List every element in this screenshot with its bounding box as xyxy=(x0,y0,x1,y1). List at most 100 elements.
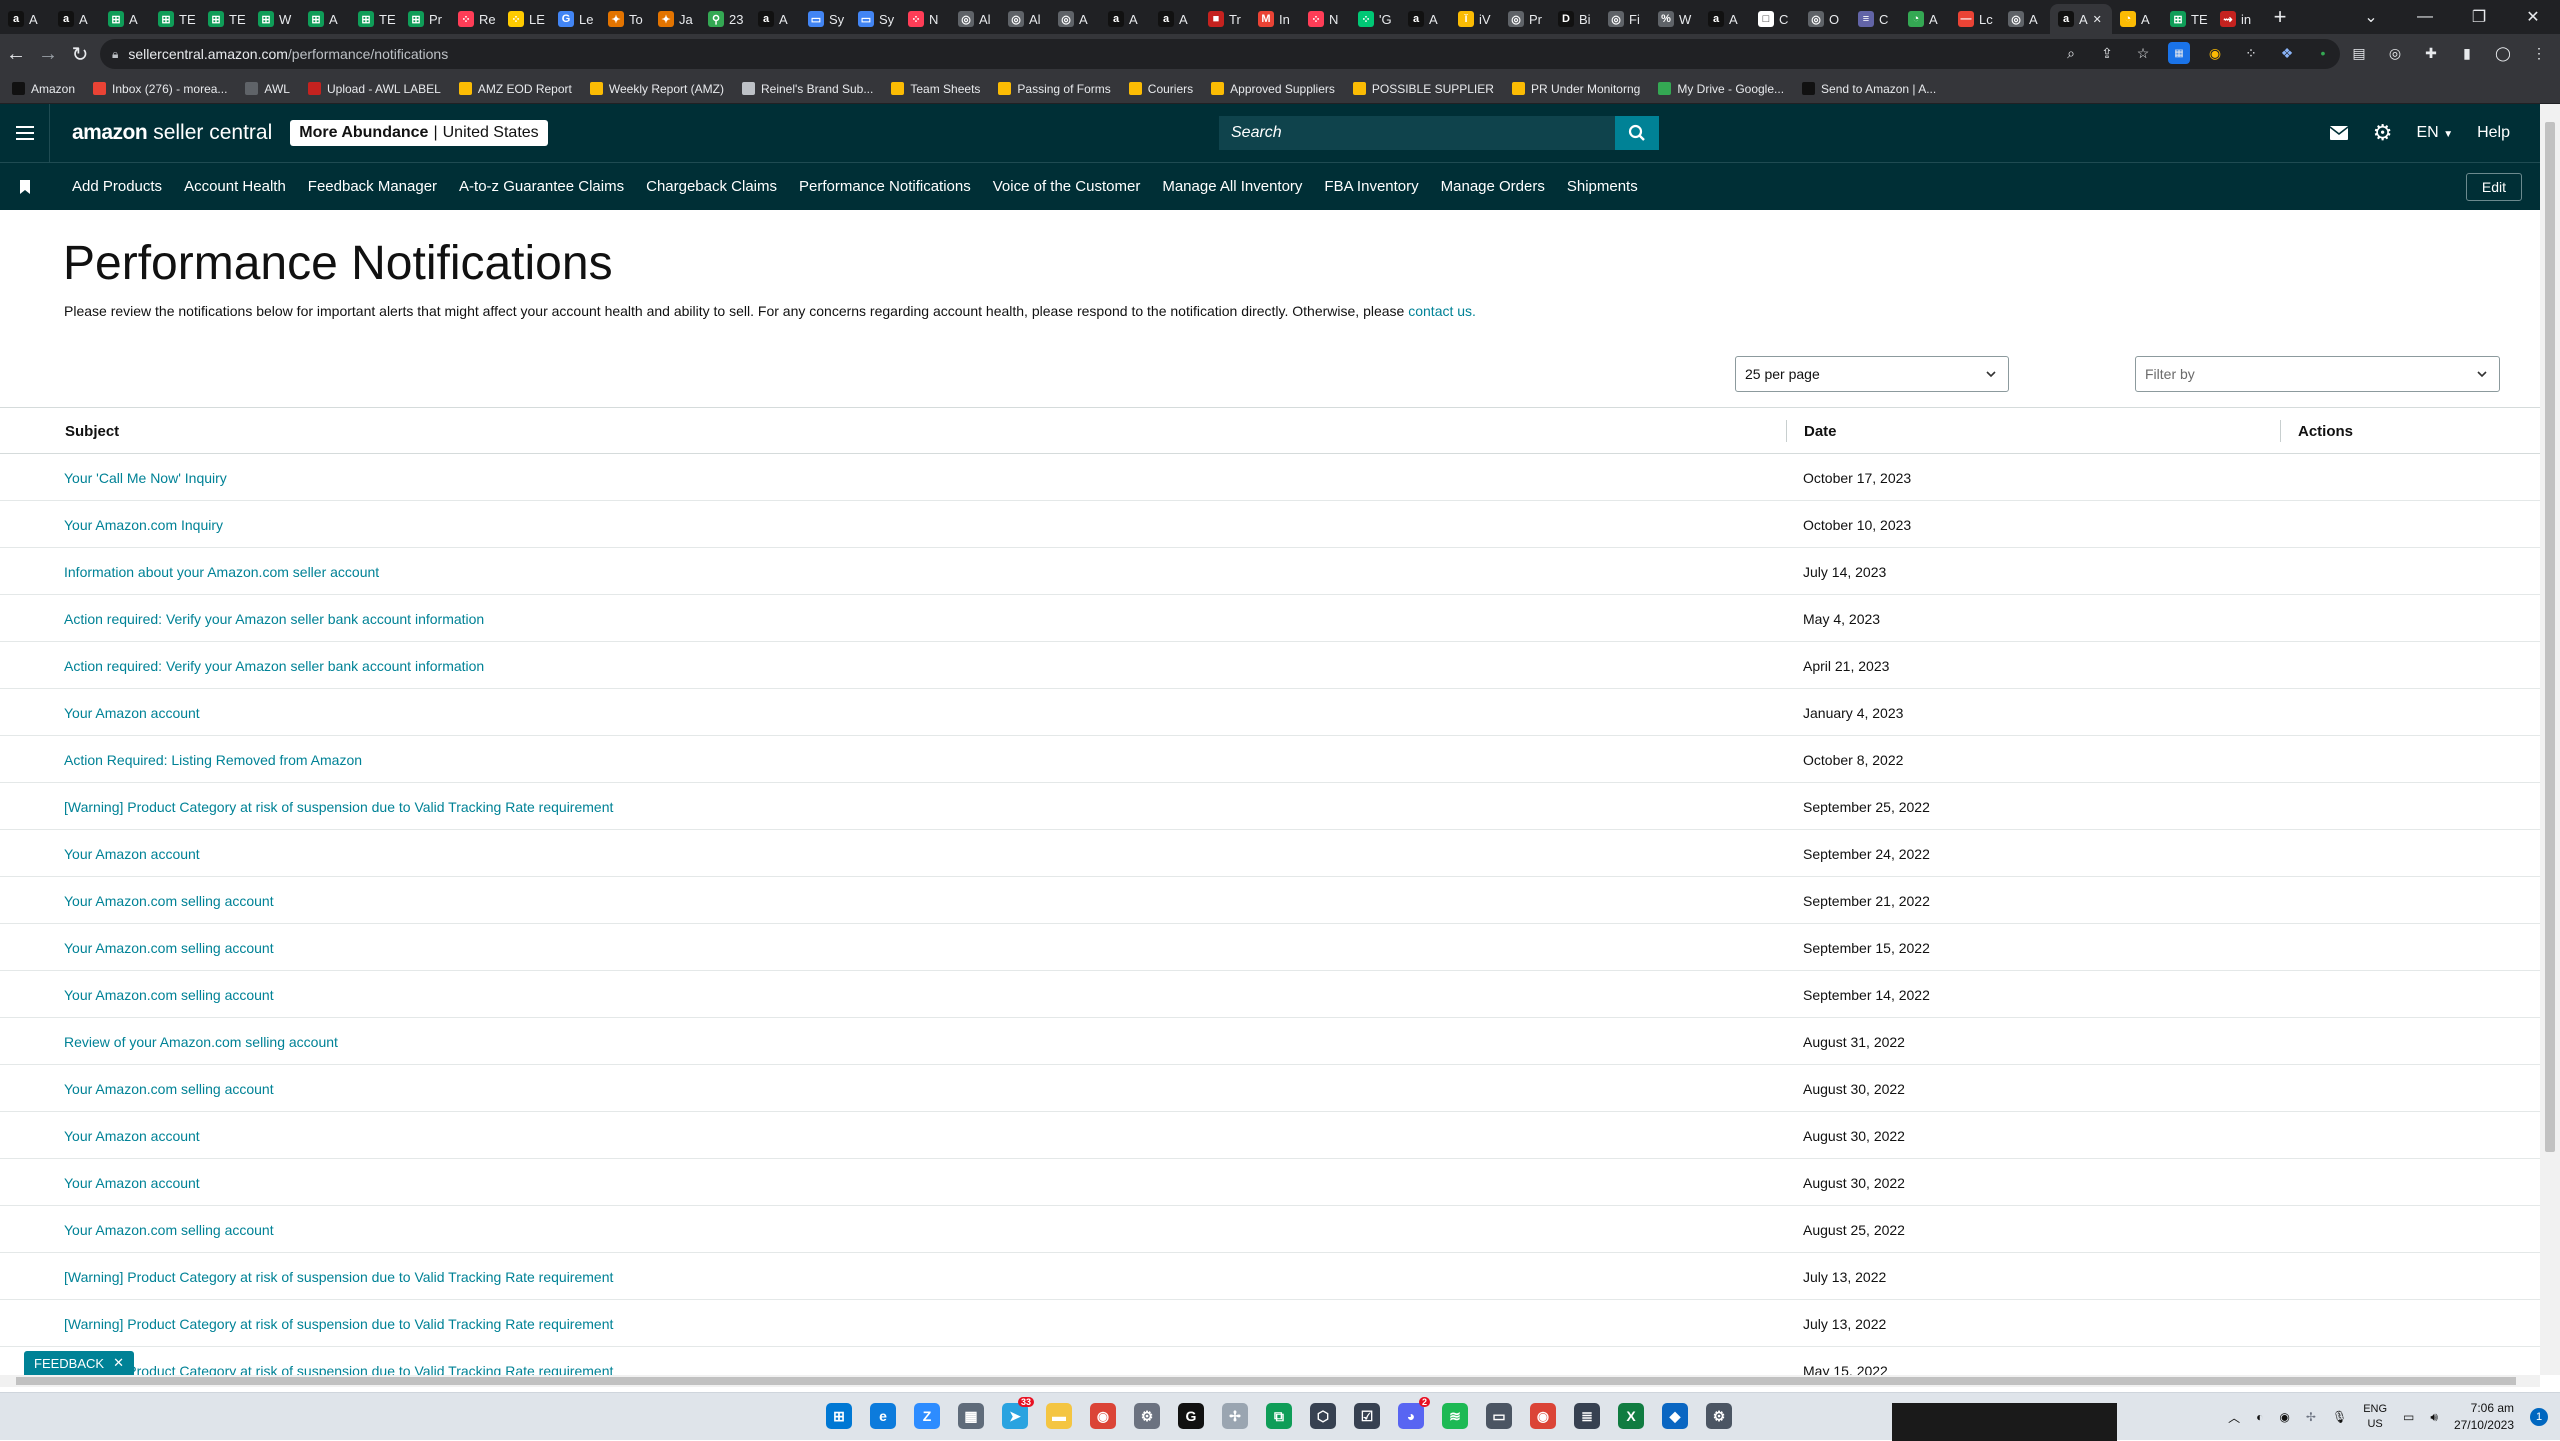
column-header-date[interactable]: Date xyxy=(1804,423,1837,440)
input-language[interactable]: ENG US xyxy=(2363,1402,2387,1432)
nav-item-manage-all-inventory[interactable]: Manage All Inventory xyxy=(1162,178,1302,195)
notification-subject-link[interactable]: Action required: Verify your Amazon sell… xyxy=(64,658,484,674)
close-icon[interactable]: ✕ xyxy=(113,1355,124,1371)
notification-subject-link[interactable]: Action Required: Listing Removed from Am… xyxy=(64,752,362,768)
mail-icon[interactable] xyxy=(2329,125,2349,141)
notification-subject-link[interactable]: Action required: Verify your Amazon sell… xyxy=(64,611,484,627)
settings-gear-icon[interactable]: ⚙ xyxy=(2373,120,2393,146)
bookmark-item[interactable]: AMZ EOD Report xyxy=(458,82,572,96)
microphone-icon[interactable]: 🎙︎ xyxy=(2332,1410,2347,1424)
notification-subject-link[interactable]: [Warning] Product Category at risk of su… xyxy=(64,1269,613,1285)
search-input[interactable] xyxy=(1219,116,1615,150)
scrollbar-thumb[interactable] xyxy=(16,1377,2516,1385)
browser-tab[interactable]: ⁘ Re xyxy=(450,4,500,34)
telegram-icon[interactable]: ➤ 33 xyxy=(1002,1397,1034,1429)
browser-tab[interactable]: M In xyxy=(1250,4,1300,34)
nav-item-feedback-manager[interactable]: Feedback Manager xyxy=(308,178,437,195)
browser-tab[interactable]: □ C xyxy=(1750,4,1800,34)
bookmark-item[interactable]: Upload - AWL LABEL xyxy=(307,82,441,96)
browser-tab[interactable]: ⊞ A xyxy=(100,4,150,34)
browser-tab[interactable]: a A ✕ xyxy=(2050,4,2112,34)
browser-tab[interactable]: % W xyxy=(1650,4,1700,34)
contact-us-link[interactable]: contact us. xyxy=(1408,303,1476,319)
browser-tab[interactable]: D Bi xyxy=(1550,4,1600,34)
chrome-icon[interactable]: ◉ xyxy=(1090,1403,1116,1429)
browser-tab[interactable]: aA xyxy=(1100,4,1150,34)
notification-subject-link[interactable]: Your Amazon account xyxy=(64,705,200,721)
close-tab-icon[interactable]: ✕ xyxy=(2093,13,2102,26)
extension-icon[interactable]: ⁘ xyxy=(2240,42,2262,64)
browser-tab[interactable]: ⁘ 'G xyxy=(1350,4,1400,34)
maximize-button[interactable]: ❐ xyxy=(2452,0,2506,34)
reload-icon[interactable]: ↻ xyxy=(64,38,96,70)
notification-subject-link[interactable]: [Warning] Product Category at risk of su… xyxy=(64,1316,613,1332)
browser-tab[interactable]: ≡ C xyxy=(1850,4,1900,34)
side-panel-icon[interactable]: ▮ xyxy=(2456,42,2478,64)
browser-tab[interactable]: ◎ A xyxy=(2000,4,2050,34)
url-field[interactable]: 🔒︎ sellercentral.amazon.com/performance/… xyxy=(100,39,2340,69)
browser-tab[interactable]: aA xyxy=(750,4,800,34)
grammarly-icon[interactable]: G xyxy=(1178,1403,1204,1429)
zoom-icon[interactable]: Z xyxy=(914,1403,940,1429)
bookmark-item[interactable]: Weekly Report (AMZ) xyxy=(589,82,724,96)
zoom-icon[interactable]: ⌕ xyxy=(2060,42,2082,64)
notification-subject-link[interactable]: Your Amazon account xyxy=(64,846,200,862)
extension-icon[interactable]: • xyxy=(2312,42,2334,64)
file-explorer-icon[interactable]: ▬ xyxy=(1046,1403,1072,1429)
system-gear-icon[interactable]: ⚙ xyxy=(1706,1403,1732,1429)
app-icon[interactable]: ⧉ xyxy=(1266,1403,1292,1429)
browser-tab[interactable]: ◎ Al xyxy=(1000,4,1050,34)
star-icon[interactable]: ☆ xyxy=(2132,42,2154,64)
scrollbar-thumb[interactable] xyxy=(2545,122,2555,1152)
nav-item-voice-of-the-customer[interactable]: Voice of the Customer xyxy=(993,178,1141,195)
feedback-tab[interactable]: FEEDBACK ✕ xyxy=(24,1351,134,1375)
bookmark-item[interactable]: Team Sheets xyxy=(891,82,980,96)
back-icon[interactable]: ← xyxy=(0,38,32,70)
column-divider[interactable] xyxy=(1786,420,1787,442)
notification-subject-link[interactable]: Information about your Amazon.com seller… xyxy=(64,564,379,580)
extension-icon[interactable]: ❖ xyxy=(2276,42,2298,64)
notification-subject-link[interactable]: Your Amazon.com selling account xyxy=(64,987,274,1003)
notification-subject-link[interactable]: [Warning] Product Category at risk of su… xyxy=(64,799,613,815)
per-page-select[interactable]: 25 per page xyxy=(1735,356,2009,392)
nav-item-fba-inventory[interactable]: FBA Inventory xyxy=(1324,178,1418,195)
nav-item-manage-orders[interactable]: Manage Orders xyxy=(1441,178,1545,195)
browser-tab[interactable]: ◎ Al xyxy=(950,4,1000,34)
notification-subject-link[interactable]: Your Amazon.com selling account xyxy=(64,1081,274,1097)
nav-item-add-products[interactable]: Add Products xyxy=(72,178,162,195)
vpn-icon[interactable]: ⬡ xyxy=(1310,1403,1336,1429)
profile-avatar[interactable]: ◯ xyxy=(2492,42,2514,64)
new-tab-button[interactable]: + xyxy=(2262,4,2298,30)
browser-tab[interactable]: ✦ Ja xyxy=(650,4,700,34)
help-link[interactable]: Help xyxy=(2477,124,2510,142)
browser-tab[interactable]: ⊞ W xyxy=(250,4,300,34)
menu-kebab-icon[interactable]: ⋮ xyxy=(2528,42,2550,64)
notification-subject-link[interactable]: Review of your Amazon.com selling accoun… xyxy=(64,1034,338,1050)
clock[interactable]: 7:06 am 27/10/2023 xyxy=(2454,1400,2514,1434)
notification-badge[interactable]: 1 xyxy=(2530,1408,2548,1426)
discord-icon[interactable]: ◕ 2 xyxy=(1398,1397,1430,1429)
browser-tab[interactable]: aA xyxy=(1400,4,1450,34)
browser-tab[interactable]: ⊞ TE xyxy=(200,4,250,34)
browser-tab[interactable]: ◔ A xyxy=(2112,4,2162,34)
chevron-up-icon[interactable]: ︿ xyxy=(2228,1409,2240,1426)
notification-subject-link[interactable]: Your Amazon.com selling account xyxy=(64,1222,274,1238)
search-button[interactable] xyxy=(1615,116,1659,150)
store-switcher[interactable]: More Abundance | United States xyxy=(290,120,548,146)
browser-tab[interactable]: aA xyxy=(50,4,100,34)
browser-tab[interactable]: aA xyxy=(0,4,50,34)
browser-tab[interactable]: ⁘ N xyxy=(1300,4,1350,34)
bookmark-item[interactable]: My Drive - Google... xyxy=(1658,82,1784,96)
browser-tab[interactable]: ◎ A xyxy=(1050,4,1100,34)
network-icon[interactable]: ▭ xyxy=(2403,1410,2414,1424)
browser-tab[interactable]: ⊞ TE xyxy=(350,4,400,34)
notification-subject-link[interactable]: Your Amazon.com selling account xyxy=(64,893,274,909)
settings-gear-icon[interactable]: ⚙ xyxy=(1134,1403,1160,1429)
browser-tab[interactable]: ⇝ in xyxy=(2212,4,2262,34)
tab-search-icon[interactable]: ⌄ xyxy=(2344,0,2398,34)
notification-subject-link[interactable]: [Warning] Product Category at risk of su… xyxy=(64,1363,613,1375)
bookmark-item[interactable]: Approved Suppliers xyxy=(1211,82,1335,96)
notes-icon[interactable]: ≣ xyxy=(1574,1403,1600,1429)
browser-tab[interactable]: ⊞ TE xyxy=(2162,4,2212,34)
browser-tab[interactable]: ◔ A xyxy=(1900,4,1950,34)
